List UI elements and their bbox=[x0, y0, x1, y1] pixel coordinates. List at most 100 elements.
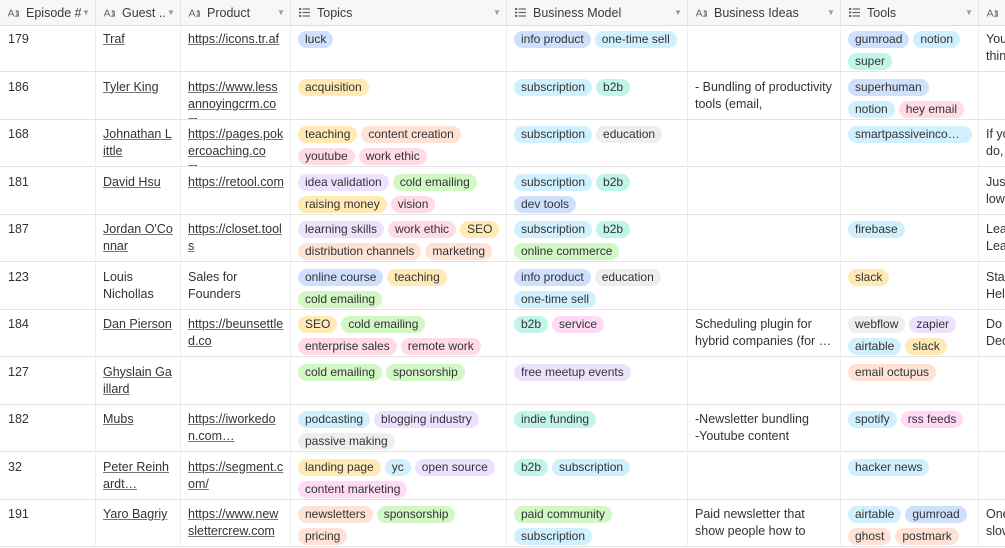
business-ideas-cell[interactable] bbox=[688, 167, 841, 214]
table-row[interactable]: 123 Louis Nichollas Sales for Founders onli… bbox=[0, 262, 1005, 310]
business-model-cell[interactable]: free meetup events bbox=[507, 357, 688, 404]
product-cell[interactable]: Sales for Founders bbox=[181, 262, 291, 309]
guest-cell[interactable]: David Hsu bbox=[96, 167, 181, 214]
tools-cell[interactable]: email octupus bbox=[841, 357, 979, 404]
tools-cell[interactable]: smartpassiveincome… bbox=[841, 120, 979, 166]
table-row[interactable]: 187 Jordan O'Connar https://closet.tools le… bbox=[0, 215, 1005, 262]
product-link[interactable]: https://pages.pokercoaching.com… bbox=[188, 127, 283, 166]
guest-cell[interactable]: Ghyslain Gaillard bbox=[96, 357, 181, 404]
product-link[interactable]: https://closet.tools bbox=[188, 222, 282, 253]
notes-cell[interactable]: Lear Lear bbox=[979, 215, 1005, 261]
topics-cell[interactable]: cold emailing sponsorship bbox=[291, 357, 507, 404]
topics-cell[interactable]: idea validation cold emailing raising mone… bbox=[291, 167, 507, 214]
topics-cell[interactable]: online course teaching cold emailing bbox=[291, 262, 507, 309]
business-model-cell[interactable]: subscription b2b online commerce bbox=[507, 215, 688, 261]
episode-cell[interactable]: 127 bbox=[0, 357, 96, 404]
guest-name[interactable]: David Hsu bbox=[103, 175, 161, 189]
product-link[interactable]: https://retool.com bbox=[188, 175, 284, 189]
business-model-cell[interactable]: info product one-time sell bbox=[507, 25, 688, 71]
notes-cell[interactable]: You thin bbox=[979, 25, 1005, 71]
table-row[interactable]: 168 Johnathan Little https://pages.pokerco… bbox=[0, 120, 1005, 167]
notes-cell[interactable]: One slow bbox=[979, 500, 1005, 546]
product-cell[interactable]: https://pages.pokercoaching.com… bbox=[181, 120, 291, 166]
product-link[interactable]: https://www.newslettercrew.com bbox=[188, 507, 278, 538]
business-ideas-cell[interactable] bbox=[688, 215, 841, 261]
product-link[interactable]: https://icons.tr.af bbox=[188, 32, 279, 46]
topics-cell[interactable]: teaching content creation youtube work ethi… bbox=[291, 120, 507, 166]
guest-cell[interactable]: Traf bbox=[96, 25, 181, 71]
chevron-down-icon[interactable]: ▼ bbox=[964, 8, 974, 17]
topics-cell[interactable]: luck bbox=[291, 25, 507, 71]
notes-cell[interactable] bbox=[979, 358, 1005, 404]
chevron-down-icon[interactable]: ▼ bbox=[81, 8, 91, 17]
business-ideas-cell[interactable] bbox=[688, 120, 841, 166]
episode-cell[interactable]: 184 bbox=[0, 310, 96, 356]
guest-cell[interactable]: Jordan O'Connar bbox=[96, 215, 181, 261]
guest-cell[interactable]: Tyler King bbox=[96, 72, 181, 119]
product-cell[interactable]: https://iworkedon.com… bbox=[181, 405, 291, 451]
episode-cell[interactable]: 123 bbox=[0, 262, 96, 309]
guest-name[interactable]: Ghyslain Gaillard bbox=[103, 365, 172, 396]
table-row[interactable]: 179 Traf https://icons.tr.af luck info produ… bbox=[0, 25, 1005, 72]
tools-cell[interactable]: slack bbox=[841, 262, 979, 309]
product-link[interactable]: https://beunsettled.co bbox=[188, 317, 283, 348]
business-model-cell[interactable]: subscription b2b dev tools bbox=[507, 167, 688, 214]
topics-cell[interactable]: acquisition bbox=[291, 72, 507, 119]
topics-cell[interactable]: SEO cold emailing enterprise sales remote w… bbox=[291, 310, 507, 356]
episode-cell[interactable]: 191 bbox=[0, 500, 96, 546]
guest-name[interactable]: Jordan O'Connar bbox=[103, 222, 173, 253]
business-ideas-cell[interactable]: - Bundling of productivity tools (email,… bbox=[688, 72, 841, 119]
guest-cell[interactable]: Yaro Bagriy bbox=[96, 500, 181, 546]
product-cell[interactable]: https://www.newslettercrew.com bbox=[181, 500, 291, 546]
column-header-topics[interactable]: Topics ▼ bbox=[291, 0, 507, 25]
business-ideas-cell[interactable] bbox=[688, 452, 841, 499]
product-cell[interactable] bbox=[181, 357, 291, 404]
business-ideas-cell[interactable] bbox=[688, 25, 841, 71]
guest-cell[interactable]: Johnathan Little bbox=[96, 120, 181, 166]
guest-name[interactable]: Tyler King bbox=[103, 80, 159, 94]
episode-cell[interactable]: 186 bbox=[0, 72, 96, 119]
topics-cell[interactable]: landing page yc open source content marketi… bbox=[291, 452, 507, 499]
table-row[interactable]: 191 Yaro Bagriy https://www.newslettercrew… bbox=[0, 500, 1005, 547]
business-model-cell[interactable]: indie funding bbox=[507, 405, 688, 451]
notes-cell[interactable] bbox=[979, 453, 1005, 499]
notes-cell[interactable]: Star Help bbox=[979, 263, 1005, 309]
guest-name[interactable]: Yaro Bagriy bbox=[103, 507, 167, 521]
product-cell[interactable]: https://www.lessannoyingcrm.com bbox=[181, 72, 291, 119]
business-model-cell[interactable]: info product education one-time sell bbox=[507, 262, 688, 309]
chevron-down-icon[interactable]: ▼ bbox=[826, 8, 836, 17]
product-link[interactable]: https://iworkedon.com… bbox=[188, 412, 276, 443]
episode-cell[interactable]: 32 bbox=[0, 452, 96, 499]
column-header-business-model[interactable]: Business Model ▼ bbox=[507, 0, 688, 25]
table-row[interactable]: 127 Ghyslain Gaillard cold emailing sponsor… bbox=[0, 357, 1005, 405]
guest-name[interactable]: Mubs bbox=[103, 412, 134, 426]
tools-cell[interactable]: firebase bbox=[841, 215, 979, 261]
product-link[interactable]: https://www.lessannoyingcrm.com bbox=[188, 80, 278, 119]
product-link[interactable]: https://segment.com/ bbox=[188, 460, 283, 491]
episode-cell[interactable]: 182 bbox=[0, 405, 96, 451]
product-cell[interactable]: https://icons.tr.af bbox=[181, 25, 291, 71]
notes-cell[interactable]: Do r Dec bbox=[979, 310, 1005, 356]
business-model-cell[interactable]: subscription b2b bbox=[507, 72, 688, 119]
tools-cell[interactable]: hacker news bbox=[841, 452, 979, 499]
business-ideas-cell[interactable]: Paid newsletter that show people how to … bbox=[688, 500, 841, 546]
tools-cell[interactable]: webflow zapier airtable slack bbox=[841, 310, 979, 356]
notes-cell[interactable] bbox=[979, 405, 1005, 451]
tools-cell[interactable]: airtable gumroad ghost postmark bbox=[841, 500, 979, 546]
episode-cell[interactable]: 168 bbox=[0, 120, 96, 166]
table-row[interactable]: 32 Peter Reinhardt… https://segment.com/la… bbox=[0, 452, 1005, 500]
episode-cell[interactable]: 187 bbox=[0, 215, 96, 261]
business-model-cell[interactable]: subscription education bbox=[507, 120, 688, 166]
business-model-cell[interactable]: b2b service bbox=[507, 310, 688, 356]
column-header-f[interactable]: AF bbox=[979, 0, 1005, 25]
tools-cell[interactable] bbox=[841, 167, 979, 214]
product-cell[interactable]: https://closet.tools bbox=[181, 215, 291, 261]
guest-name[interactable]: Traf bbox=[103, 32, 125, 46]
table-row[interactable]: 182 Mubs https://iworkedon.com… podcasting b… bbox=[0, 405, 1005, 452]
product-cell[interactable]: https://retool.com bbox=[181, 167, 291, 214]
column-header-guest[interactable]: A Guest ... ▼ bbox=[96, 0, 181, 25]
chevron-down-icon[interactable]: ▼ bbox=[166, 8, 176, 17]
guest-cell[interactable]: Louis Nichollas bbox=[96, 262, 181, 309]
tools-cell[interactable]: gumroad notion super bbox=[841, 25, 979, 71]
guest-cell[interactable]: Dan Pierson bbox=[96, 310, 181, 356]
